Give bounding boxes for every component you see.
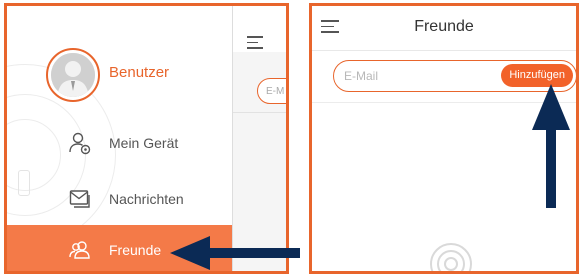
email-input[interactable] [344, 61, 484, 90]
page-title: Freunde [414, 18, 474, 35]
menu-item-my-device[interactable]: Mein Gerät [4, 120, 232, 166]
hamburger-menu-icon [247, 36, 263, 53]
app-header: Freunde [309, 4, 579, 51]
peek-email-input: E-M [257, 78, 289, 104]
divider [233, 112, 289, 113]
menu-item-label: Freunde [109, 242, 162, 258]
add-friend-button[interactable]: Hinzufügen [501, 64, 573, 87]
avatar[interactable] [46, 48, 100, 102]
user-avatar-icon [51, 53, 95, 97]
empty-state-icon [430, 243, 472, 272]
menu-item-friends[interactable]: Freunde [4, 225, 232, 272]
underlying-screen-peek[interactable]: E-M [232, 4, 289, 272]
friends-screen: Freunde Hinzufügen [309, 4, 579, 272]
email-field-container: Hinzufügen [333, 60, 577, 92]
friends-icon [69, 241, 90, 259]
message-icon [69, 190, 90, 208]
menu-item-label: Mein Gerät [109, 135, 179, 151]
menu-item-messages[interactable]: Nachrichten [4, 176, 232, 222]
user-device-icon [69, 132, 91, 155]
divider [309, 102, 579, 103]
side-drawer: Benutzer Mein Gerät Nachrichten Freunde [4, 4, 232, 272]
user-name[interactable]: Benutzer [109, 64, 169, 81]
drawer-screen: Benutzer Mein Gerät Nachrichten Freunde … [4, 4, 289, 272]
peek-header [233, 4, 289, 52]
menu-item-label: Nachrichten [109, 191, 184, 207]
